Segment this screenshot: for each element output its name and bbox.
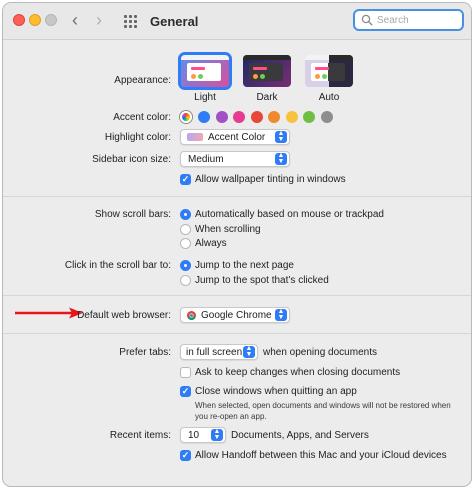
appearance-auto-option[interactable] [305,55,353,87]
appearance-light-label: Light [194,92,216,103]
minimize-window-button[interactable] [29,14,41,26]
click-scroll-spot-label: Jump to the spot that’s clicked [195,275,329,286]
prefer-tabs-suffix: when opening documents [263,347,377,358]
default-web-browser-label: Default web browser: [77,310,171,321]
search-field[interactable] [353,9,464,31]
recent-items-suffix: Documents, Apps, and Servers [231,430,369,441]
click-scroll-spot-radio[interactable] [180,275,191,286]
chevron-updown-icon: ▲ ▼ [275,308,287,321]
appearance-dark-option[interactable] [243,55,291,87]
handoff-label: Allow Handoff between this Mac and your … [195,450,447,461]
default-web-browser-value: Google Chrome [201,310,272,321]
recent-items-value: 10 [188,430,200,441]
red-arrow-icon [15,307,83,319]
recent-items-label: Recent items: [109,430,171,441]
click-scroll-next-page-label: Jump to the next page [195,260,294,271]
grid-icon[interactable] [124,15,138,28]
close-windows-label: Close windows when quitting an app [195,386,357,397]
default-web-browser-popup[interactable]: Google Chrome ▲ ▼ [180,307,290,323]
search-input[interactable] [377,13,459,27]
chevron-updown-icon: ▲ ▼ [211,428,223,441]
highlight-color-preview [187,133,203,141]
sidebar-icon-size-popup[interactable]: Medium ▲ ▼ [180,151,290,167]
highlight-color-popup[interactable]: Accent Color ▲ ▼ [180,129,290,145]
accent-swatch-yellow[interactable] [286,111,298,123]
accent-swatch-purple[interactable] [216,111,228,123]
accent-swatch-pink[interactable] [233,111,245,123]
close-window-button[interactable] [13,14,25,26]
prefer-tabs-label: Prefer tabs: [119,347,171,358]
zoom-window-button[interactable] [45,14,57,26]
close-windows-checkbox[interactable]: ✓ [180,386,191,397]
divider [3,196,471,197]
prefer-tabs-value: in full screen [186,347,243,358]
accent-swatch-graphite[interactable] [321,111,333,123]
title-bar: ‹ › General [3,3,471,40]
scroll-bars-when-scrolling-label: When scrolling [195,224,261,235]
accent-swatch-orange[interactable] [268,111,280,123]
click-scroll-bar-label: Click in the scroll bar to: [64,260,171,271]
appearance-light-option[interactable] [178,52,232,90]
window-title: General [150,14,199,29]
search-icon [361,14,373,26]
preferences-window: ‹ › General Appearance: Light Dark [2,2,472,487]
accent-swatch-green[interactable] [303,111,315,123]
show-scroll-bars-label: Show scroll bars: [94,209,171,220]
appearance-label: Appearance: [114,75,171,86]
appearance-dark-label: Dark [256,92,278,103]
chevron-updown-icon: ▲ ▼ [275,152,287,165]
ask-keep-changes-label: Ask to keep changes when closing documen… [195,367,401,378]
click-scroll-next-page-radio[interactable] [180,260,191,271]
chevron-updown-icon: ▲ ▼ [243,345,255,358]
wallpaper-tinting-label: Allow wallpaper tinting in windows [195,174,346,185]
scroll-bars-always-radio[interactable] [180,238,191,249]
sidebar-icon-size-label: Sidebar icon size: [92,154,171,165]
close-windows-helper-text: When selected, open documents and window… [195,401,451,421]
scroll-bars-automatic-radio[interactable] [180,209,191,220]
wallpaper-tinting-checkbox[interactable]: ✓ [180,174,191,185]
accent-swatch-blue[interactable] [198,111,210,123]
divider [3,333,471,334]
accent-swatch-red[interactable] [251,111,263,123]
chevron-updown-icon: ▲ ▼ [275,130,287,143]
highlight-color-value: Accent Color [208,132,266,143]
forward-chevron-icon[interactable]: › [90,11,108,31]
chrome-icon [187,311,196,320]
scroll-bars-when-scrolling-radio[interactable] [180,224,191,235]
sidebar-icon-size-value: Medium [188,154,224,165]
accent-color-label: Accent color: [113,112,171,123]
divider [3,295,471,296]
highlight-color-label: Highlight color: [104,132,171,143]
prefer-tabs-popup[interactable]: in full screen ▲ ▼ [180,344,258,360]
ask-keep-changes-checkbox[interactable]: ✓ [180,367,191,378]
scroll-bars-automatic-label: Automatically based on mouse or trackpad [195,209,384,220]
handoff-checkbox[interactable]: ✓ [180,450,191,461]
accent-swatch-multicolor[interactable] [180,111,192,123]
recent-items-popup[interactable]: 10 ▲ ▼ [180,427,226,443]
appearance-auto-label: Auto [318,92,340,103]
scroll-bars-always-label: Always [195,238,227,249]
back-chevron-icon[interactable]: ‹ [66,11,84,31]
